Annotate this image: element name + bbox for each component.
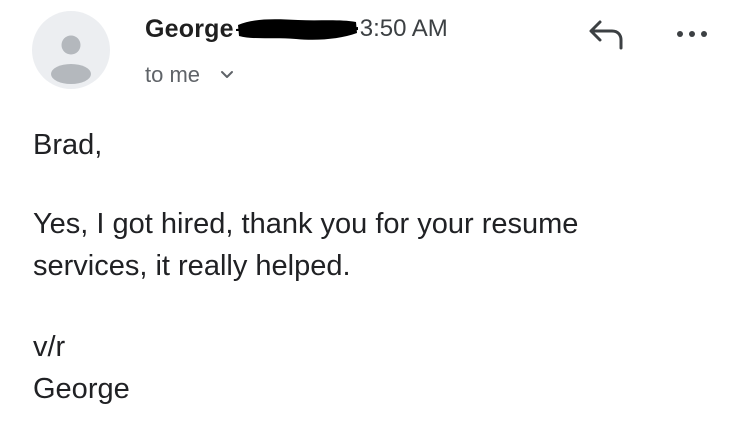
message-signoff: v/r George — [33, 326, 130, 410]
person-icon — [51, 35, 91, 84]
more-options-button[interactable] — [672, 24, 712, 44]
redaction-mark — [235, 14, 358, 44]
recipient-label[interactable]: to me — [145, 62, 200, 88]
sender-avatar[interactable] — [32, 11, 110, 89]
reply-button[interactable] — [586, 18, 630, 52]
sender-row: George 3:50 AM — [145, 12, 448, 46]
reply-icon — [589, 20, 623, 50]
recipient-row[interactable]: to me — [145, 62, 234, 88]
message-body-line: services, it really helped. — [33, 250, 351, 282]
more-options-icon — [677, 31, 707, 37]
email-timestamp: 3:50 AM — [359, 15, 448, 42]
message-body-line: Yes, I got hired, thank you for your res… — [33, 208, 579, 240]
message-body: Yes, I got hired, thank you for your res… — [33, 203, 578, 287]
signature-name: George — [33, 373, 130, 405]
signoff-text: v/r — [33, 331, 66, 363]
sender-name[interactable]: George — [145, 15, 234, 44]
chevron-down-icon[interactable] — [220, 70, 234, 80]
message-greeting: Brad, — [33, 129, 103, 161]
